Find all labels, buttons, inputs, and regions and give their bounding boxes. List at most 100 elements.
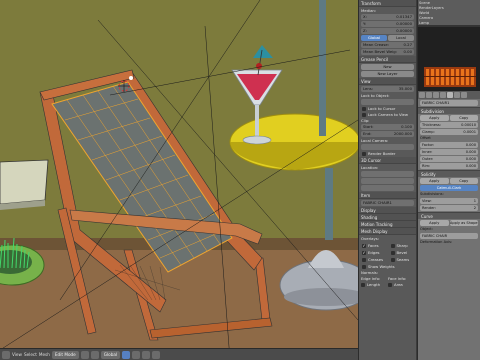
motion-tracking-header[interactable]: Motion Tracking xyxy=(359,221,416,228)
modifier-tab-icon[interactable] xyxy=(447,92,453,98)
local-camera-label: Local Camera: xyxy=(361,138,389,143)
mode-dropdown[interactable]: Edit Mode xyxy=(51,350,79,359)
median-z-field[interactable]: Z: 0.00000 xyxy=(361,28,414,34)
mesh-menu[interactable]: Mesh xyxy=(39,352,50,357)
apply-as-shape-button[interactable]: Apply as Shape xyxy=(449,220,478,226)
orientation-dropdown[interactable]: Global xyxy=(100,350,121,359)
lens-field[interactable]: Lens: 35.000 xyxy=(361,86,414,92)
3d-cursor-header[interactable]: 3D Cursor xyxy=(359,157,416,164)
shading-header[interactable]: Shading xyxy=(359,214,416,221)
lock-to-object-label: Lock to Object: xyxy=(361,93,390,98)
show-weights-checkbox[interactable]: Show Weights xyxy=(362,264,413,269)
lock-to-cursor-checkbox[interactable]: Lock to Cursor xyxy=(362,106,413,111)
global-button[interactable]: Global xyxy=(361,35,387,41)
select-menu[interactable]: Select xyxy=(24,352,37,357)
solidify-copy-button[interactable]: Copy xyxy=(449,178,478,184)
lock-object-field[interactable] xyxy=(361,99,414,105)
table-stem xyxy=(325,168,333,240)
checkbox-box xyxy=(362,264,366,269)
cursor-x-field[interactable] xyxy=(361,171,414,177)
grease-pencil-header[interactable]: Grease Pencil xyxy=(359,56,416,63)
3d-viewport[interactable] xyxy=(0,0,358,348)
edge-info-label: Edge Info: xyxy=(361,276,381,281)
checkbox-box xyxy=(362,112,366,117)
object-tab-icon[interactable] xyxy=(440,92,446,98)
copy-button[interactable]: Copy xyxy=(449,115,478,121)
material-tab-icon[interactable] xyxy=(461,92,467,98)
median-x-field[interactable]: X: 0.01347 xyxy=(361,14,414,20)
transform-header[interactable]: Transform xyxy=(359,0,416,7)
inner-field[interactable]: Inner: 0.000 xyxy=(420,149,478,155)
view-menu[interactable]: View xyxy=(12,352,22,357)
snap-icon[interactable] xyxy=(152,350,161,359)
subdivision-header[interactable]: Subdivision xyxy=(418,107,480,114)
faces-checkbox[interactable]: Faces xyxy=(362,243,385,248)
scene-tab-icon[interactable] xyxy=(426,92,432,98)
apply-button[interactable]: Apply xyxy=(420,115,449,121)
length-checkbox[interactable]: Length xyxy=(361,282,387,287)
viewport-scene[interactable] xyxy=(0,0,358,348)
edge-select-icon[interactable] xyxy=(132,350,141,359)
world-tab-icon[interactable] xyxy=(433,92,439,98)
cursor-z-field[interactable] xyxy=(361,185,414,191)
new-button[interactable]: New xyxy=(361,64,414,70)
pivot-icon[interactable] xyxy=(90,350,99,359)
clip-end-field[interactable]: End: 2000.000 xyxy=(361,131,414,137)
side-table xyxy=(0,159,49,205)
outliner-row[interactable]: Lamp xyxy=(419,21,479,26)
location-label: Location: xyxy=(361,165,379,170)
edges-checkbox[interactable]: Edges xyxy=(362,250,385,255)
thickness-field[interactable]: Thickness: 0.00010 xyxy=(420,122,478,128)
solidify-header[interactable]: Solidify xyxy=(418,170,480,177)
face-select-icon[interactable] xyxy=(142,350,151,359)
new-layer-button[interactable]: New Layer xyxy=(361,71,414,77)
data-tab-icon[interactable] xyxy=(454,92,460,98)
checkbox-box xyxy=(390,243,395,248)
factor-field[interactable]: Factor: 0.000 xyxy=(420,142,478,148)
sharp-checkbox[interactable]: Sharp xyxy=(390,243,414,248)
curve-header[interactable]: Curve xyxy=(418,212,480,219)
clip-start-field[interactable]: Start: 0.100 xyxy=(361,124,414,130)
properties-editor: Scene RenderLayers World Camera Lamp FAB… xyxy=(417,0,480,360)
shading-icon[interactable] xyxy=(80,350,89,359)
checkbox-box xyxy=(388,282,392,287)
transform-manipulator[interactable] xyxy=(129,76,133,80)
object-name-field[interactable]: FABRIC CHAIR1 xyxy=(420,100,478,106)
item-name-field[interactable]: FABRIC CHAIR1 xyxy=(361,200,414,206)
rim-field[interactable]: Rim: 0.000 xyxy=(420,163,478,169)
object-label: Object: xyxy=(420,227,433,231)
render-border-checkbox[interactable]: Render Border xyxy=(362,151,413,156)
solidify-apply-button[interactable]: Apply xyxy=(420,178,449,184)
mean-crease-field[interactable]: Mean Crease: 0.27 xyxy=(361,42,414,48)
subdivisions-label: Subdivisions: xyxy=(420,192,444,196)
catmull-clark-button[interactable]: Catmull-Clark xyxy=(420,185,478,191)
mean-bevel-field[interactable]: Mean Bevel Weig: 0.00 xyxy=(361,49,414,55)
view-header[interactable]: View xyxy=(359,78,416,85)
material-preview xyxy=(418,27,480,91)
display-header[interactable]: Display xyxy=(359,207,416,214)
local-button[interactable]: Local xyxy=(388,35,414,41)
item-header[interactable]: Item xyxy=(359,192,416,199)
render-tab-icon[interactable] xyxy=(419,92,425,98)
editor-type-icon[interactable] xyxy=(2,350,10,359)
view-levels-field[interactable]: View: 1 xyxy=(420,198,478,204)
cursor-y-field[interactable] xyxy=(361,178,414,184)
outliner[interactable]: Scene RenderLayers World Camera Lamp xyxy=(418,0,480,27)
checkbox-box xyxy=(362,151,366,156)
clamp-field[interactable]: Clamp: 0.0001 xyxy=(420,129,478,135)
creases-checkbox[interactable]: Creases xyxy=(362,257,385,262)
checkbox-box xyxy=(362,243,366,248)
bevel-checkbox[interactable]: Bevel xyxy=(390,250,414,255)
curve-apply-button[interactable]: Apply xyxy=(420,220,449,226)
outer-field[interactable]: Outer: 0.000 xyxy=(420,156,478,162)
mesh-display-header[interactable]: Mesh Display xyxy=(359,228,416,235)
seams-checkbox[interactable]: Seams xyxy=(390,257,414,262)
render-levels-field[interactable]: Render: 2 xyxy=(420,205,478,211)
median-y-field[interactable]: Y: 0.00000 xyxy=(361,21,414,27)
vertex-select-icon[interactable] xyxy=(122,350,131,359)
area-checkbox[interactable]: Area xyxy=(388,282,414,287)
local-camera-field[interactable] xyxy=(361,144,414,150)
lock-camera-checkbox[interactable]: Lock Camera to View xyxy=(362,112,413,117)
median-label: Median: xyxy=(361,8,377,13)
curve-object-field[interactable]: FABRIC CHAIR xyxy=(420,233,478,239)
